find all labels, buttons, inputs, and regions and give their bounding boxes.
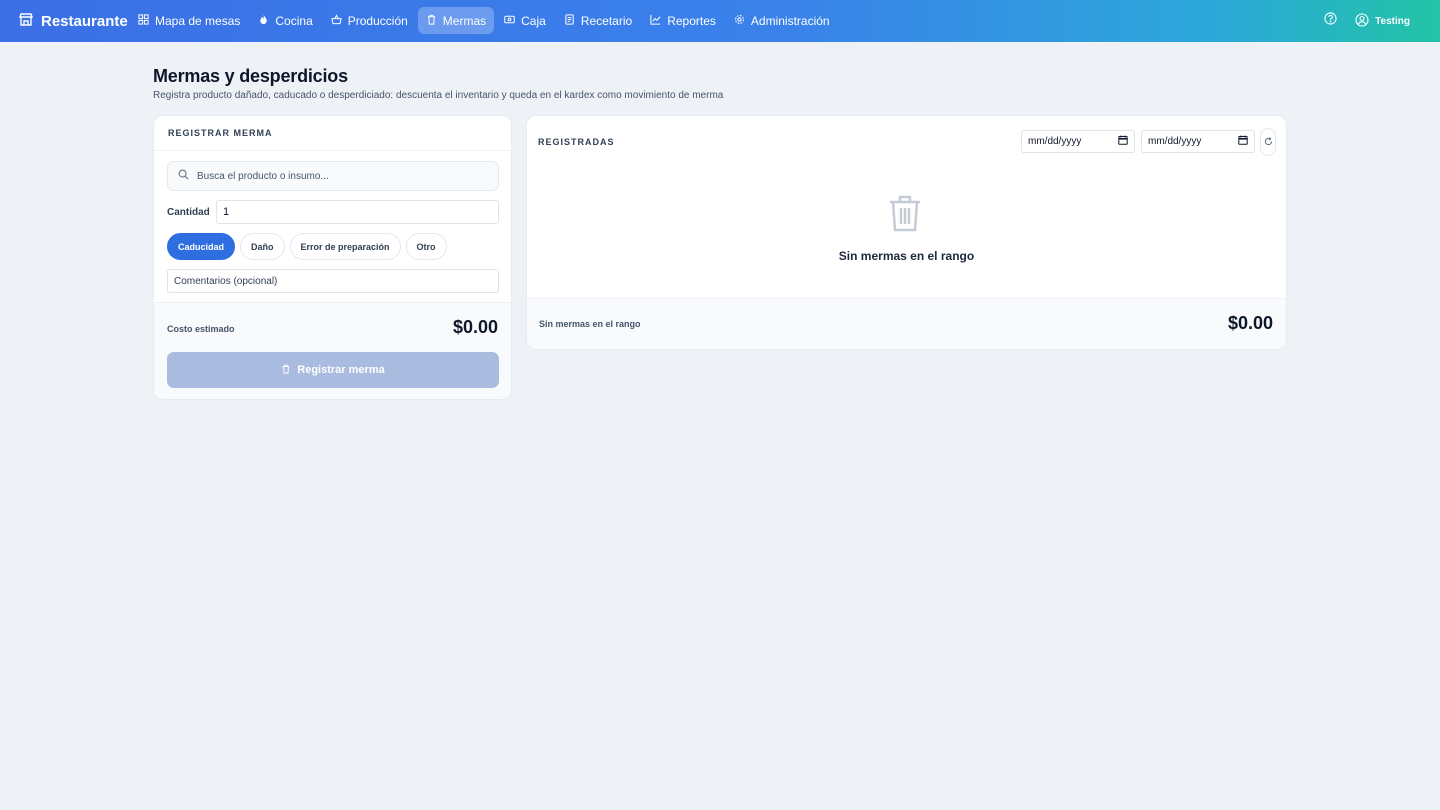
user-name: Testing [1375,15,1410,27]
trash-icon [281,364,291,377]
nav-item-mapa-de-mesas[interactable]: Mapa de mesas [130,7,248,34]
book-icon [564,13,575,28]
cost-value: $0.00 [452,317,498,337]
date-to-input[interactable]: mm/dd/yyyy [1141,130,1255,153]
reason-chip-caducidad[interactable]: Caducidad [167,233,236,260]
refresh-button[interactable] [1260,128,1276,156]
footer-total: $0.00 [1227,313,1273,333]
cost-label: Costo estimado [167,324,235,334]
basket-icon [331,13,342,28]
register-waste-button[interactable]: Registrar merma [167,352,499,388]
quantity-label: Cantidad [167,207,210,218]
search-input[interactable] [197,170,487,182]
reason-chips: Caducidad Daño Error de preparación Otro [167,233,447,260]
register-waste-label: Registrar merma [297,364,385,376]
nav-right: Testing [1324,0,1410,42]
nav-item-label: Administración [750,13,830,28]
help-icon[interactable] [1324,12,1337,30]
main-nav: Mapa de mesas Cocina Producción Mermas C… [130,7,838,34]
reason-chip-error-de-preparacion[interactable]: Error de preparación [289,233,401,260]
empty-message: Sin mermas en el rango [838,249,975,263]
nav-item-label: Caja [521,13,546,28]
register-waste-card: REGISTRAR MERMA Cantidad Caducidad Daño … [153,115,512,400]
store-icon [18,11,34,31]
brand-name: Restaurante [41,12,128,30]
register-footer: Costo estimado $0.00 Registrar merma [154,302,511,399]
date-from-text: mm/dd/yyyy [1028,136,1082,147]
comments-input[interactable] [167,269,499,293]
nav-item-produccion[interactable]: Producción [323,7,416,34]
nav-item-label: Mermas [442,13,487,28]
nav-item-reportes[interactable]: Reportes [642,7,724,34]
nav-item-administracion[interactable]: Administración [726,7,838,34]
quantity-input[interactable] [216,200,499,224]
empty-trash-icon [890,195,920,232]
trash-icon [426,14,437,28]
footer-label: Sin mermas en el rango [539,319,641,329]
cash-icon [504,14,515,28]
search-icon [178,167,189,185]
chart-icon [650,14,661,28]
reason-chip-otro[interactable]: Otro [405,233,447,260]
date-to-text: mm/dd/yyyy [1148,136,1202,147]
registered-card: REGISTRADAS mm/dd/yyyy mm/dd/yyyy Sin me… [526,115,1287,350]
page-title: Mermas y desperdicios [153,66,348,86]
refresh-icon [1264,133,1273,151]
nav-item-label: Recetario [580,13,633,28]
user-circle-icon [1355,12,1369,30]
user-menu[interactable]: Testing [1355,12,1410,30]
grid-icon [138,13,149,28]
nav-item-label: Cocina [275,13,313,28]
product-search[interactable] [167,161,499,191]
registered-header: REGISTRADAS [538,137,615,147]
flame-icon [258,13,269,28]
nav-item-label: Reportes [667,13,716,28]
gear-icon [734,14,745,28]
brand[interactable]: Restaurante [18,0,128,42]
registered-footer: Sin mermas en el rango $0.00 [527,298,1286,349]
nav-item-mermas[interactable]: Mermas [417,7,495,34]
page-subtitle: Registra producto dañado, caducado o des… [153,90,724,101]
date-from-input[interactable]: mm/dd/yyyy [1021,130,1135,153]
card-header: REGISTRAR MERMA [154,116,511,151]
nav-item-caja[interactable]: Caja [496,7,554,34]
reason-chip-dano[interactable]: Daño [240,233,285,260]
nav-item-label: Mapa de mesas [155,13,241,28]
top-navbar: Restaurante Mapa de mesas Cocina Producc… [0,0,1440,42]
nav-item-label: Producción [347,13,408,28]
calendar-icon [1118,135,1128,148]
nav-item-cocina[interactable]: Cocina [250,7,320,34]
nav-item-recetario[interactable]: Recetario [556,7,640,34]
calendar-icon [1238,135,1248,148]
